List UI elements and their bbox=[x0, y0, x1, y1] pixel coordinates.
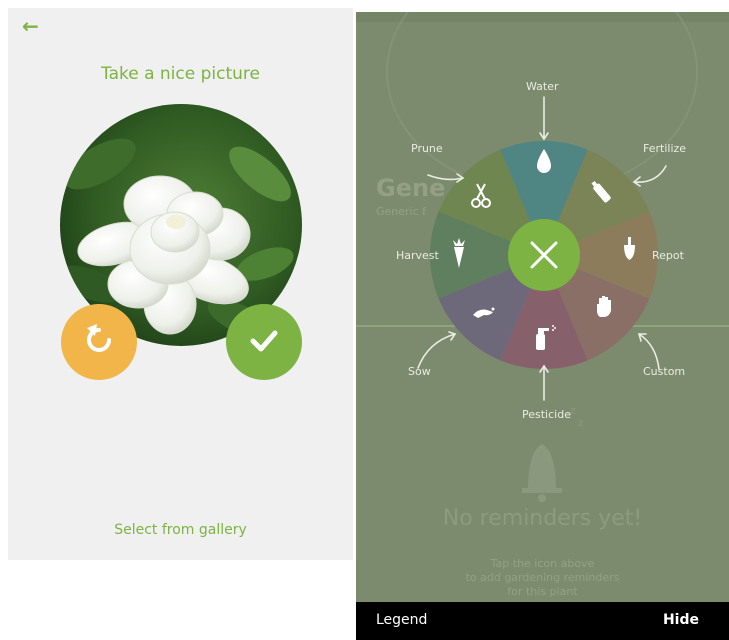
label-harvest: Harvest bbox=[396, 249, 439, 262]
confirm-button[interactable] bbox=[226, 304, 302, 380]
label-pesticide: Pesticide bbox=[522, 408, 571, 421]
label-sow: Sow bbox=[408, 365, 431, 378]
camera-screen: ← Take a nice picture Select from galler… bbox=[8, 8, 353, 560]
back-arrow-icon[interactable]: ← bbox=[22, 14, 39, 38]
select-from-gallery-link[interactable]: Select from gallery bbox=[8, 522, 353, 538]
bottom-bar: Legend Hide bbox=[356, 602, 729, 640]
hide-button[interactable]: Hide bbox=[663, 612, 699, 628]
checkmark-icon bbox=[244, 320, 284, 364]
label-repot: Repot bbox=[652, 249, 684, 262]
refresh-icon bbox=[79, 320, 119, 364]
label-fertilize: Fertilize bbox=[643, 142, 687, 155]
page-title: Take a nice picture bbox=[101, 64, 260, 84]
label-water: Water bbox=[526, 80, 559, 93]
reminder-screen: Gene Generic f z z No reminders yet! Tap… bbox=[356, 12, 729, 640]
legend-button[interactable]: Legend bbox=[376, 612, 427, 628]
label-custom: Custom bbox=[643, 365, 686, 378]
reminder-wheel bbox=[417, 96, 667, 401]
label-prune: Prune bbox=[411, 142, 443, 155]
retake-button[interactable] bbox=[61, 304, 137, 380]
